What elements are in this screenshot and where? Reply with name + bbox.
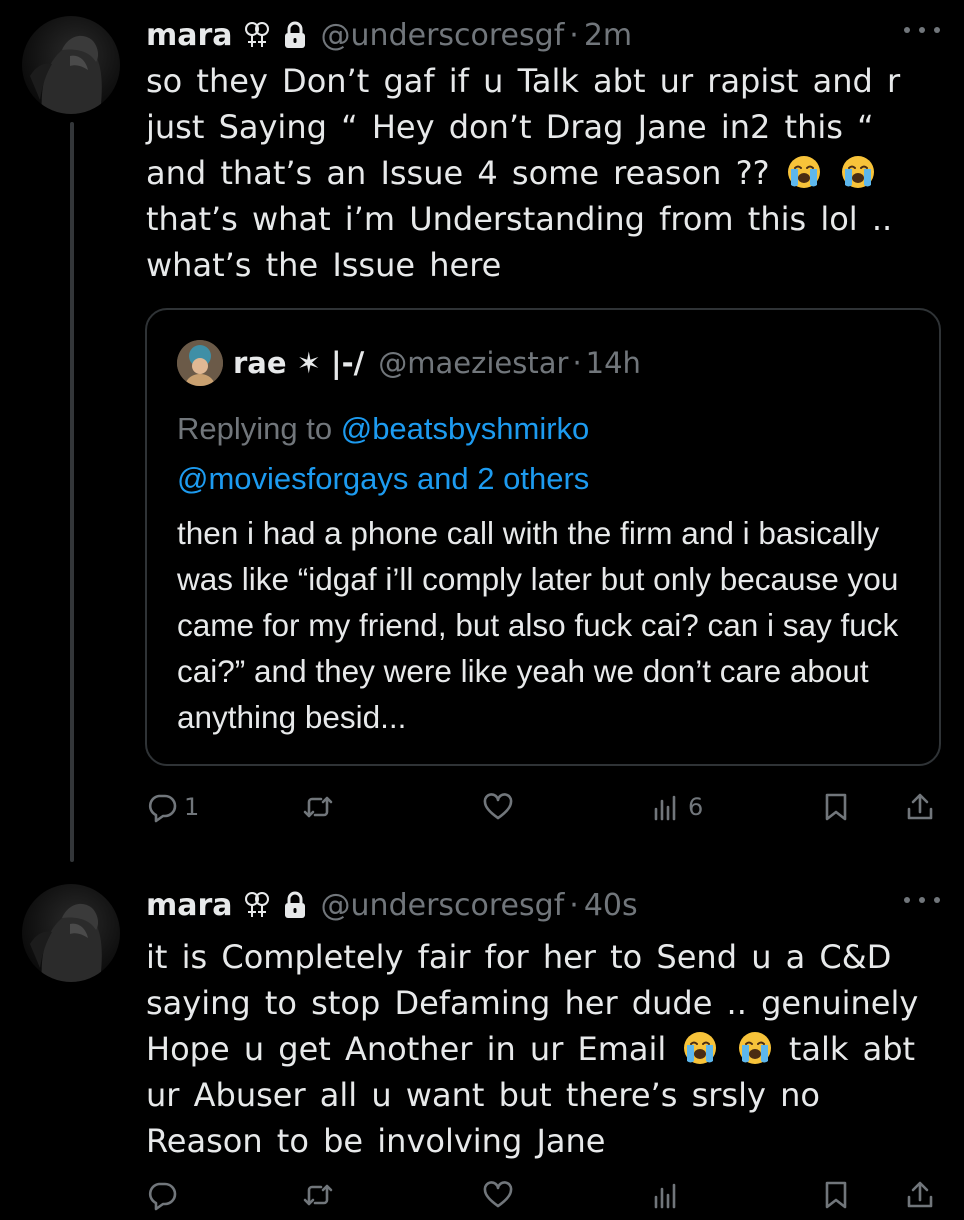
avatar (177, 340, 223, 386)
quote-header: rae ✶ |-/ @maeziestar · 14h (177, 340, 641, 386)
tweet-text: it is Completely fair for her to Send u … (146, 934, 936, 1164)
separator-dot: · (572, 346, 582, 380)
retweet-button[interactable] (302, 782, 334, 832)
timestamp[interactable]: 40s (584, 888, 638, 923)
reply-icon (146, 791, 178, 823)
lock-icon (283, 891, 307, 919)
timestamp[interactable]: 2m (584, 18, 632, 53)
more-icon[interactable] (904, 20, 940, 40)
bookmark-button[interactable] (820, 1170, 852, 1220)
handle[interactable]: @underscoresgf (321, 888, 565, 923)
tweet-text: so they Don’t gaf if u Talk abt ur rapis… (146, 58, 936, 288)
action-bar (146, 1170, 946, 1220)
bookmark-icon (820, 791, 852, 823)
views-button[interactable] (650, 1170, 682, 1220)
retweet-icon (302, 791, 334, 823)
quote-handle[interactable]: @maeziestar (378, 346, 568, 380)
handle[interactable]: @underscoresgf (321, 18, 565, 53)
tweet-text-part: that’s what i’m Understanding from this … (146, 200, 893, 284)
display-name[interactable]: mara (146, 888, 233, 923)
heart-icon (482, 1179, 514, 1211)
bookmark-icon (820, 1179, 852, 1211)
replying-label: Replying to (177, 411, 341, 446)
lock-icon (283, 21, 307, 49)
replying-and: and (408, 461, 478, 496)
share-button[interactable] (904, 782, 936, 832)
others-link[interactable]: 2 others (477, 461, 589, 496)
tweet[interactable]: mara @underscoresgf · 2m so they Don’t g… (0, 0, 964, 870)
reply-button[interactable] (146, 1170, 178, 1220)
venus-double-icon (243, 890, 271, 920)
share-button[interactable] (904, 1170, 936, 1220)
tweet[interactable]: mara @underscoresgf · 40s it is Complete… (0, 870, 964, 1200)
separator-dot: · (569, 17, 579, 53)
retweet-icon (302, 1179, 334, 1211)
reply-count: 1 (184, 793, 200, 821)
retweet-button[interactable] (302, 1170, 334, 1220)
action-bar: 1 6 (146, 782, 946, 832)
quoted-tweet[interactable]: rae ✶ |-/ @maeziestar · 14h Replying to … (145, 308, 941, 766)
quote-text: then i had a phone call with the firm an… (177, 515, 899, 735)
loudly-crying-face-icon (786, 154, 822, 190)
loudly-crying-face-icon (682, 1030, 718, 1066)
quote-timestamp[interactable]: 14h (586, 346, 641, 380)
quote-display-name[interactable]: rae ✶ |-/ (233, 346, 364, 380)
separator-dot: · (569, 887, 579, 923)
loudly-crying-face-icon (840, 154, 876, 190)
avatar[interactable] (22, 16, 120, 114)
mention-link[interactable]: @beatsbyshmirko (341, 411, 590, 446)
mention-link[interactable]: @moviesforgays (177, 461, 408, 496)
like-button[interactable] (482, 782, 514, 832)
share-icon (904, 1179, 936, 1211)
reply-button[interactable]: 1 (146, 782, 199, 832)
bookmark-button[interactable] (820, 782, 852, 832)
views-icon (650, 791, 682, 823)
views-button[interactable]: 6 (650, 782, 703, 832)
loudly-crying-face-icon (737, 1030, 773, 1066)
display-name[interactable]: mara (146, 18, 233, 53)
venus-double-icon (243, 20, 271, 50)
thread-line (70, 122, 74, 862)
views-icon (650, 1179, 682, 1211)
reply-icon (146, 1179, 178, 1211)
heart-icon (482, 791, 514, 823)
views-count: 6 (688, 793, 704, 821)
tweet-header: mara @underscoresgf · 40s (146, 882, 638, 928)
tweet-header: mara @underscoresgf · 2m (146, 12, 632, 58)
avatar[interactable] (22, 884, 120, 982)
more-icon[interactable] (904, 890, 940, 910)
share-icon (904, 791, 936, 823)
replying-to: Replying to @beatsbyshmirko @moviesforgay… (177, 404, 917, 504)
like-button[interactable] (482, 1170, 514, 1220)
